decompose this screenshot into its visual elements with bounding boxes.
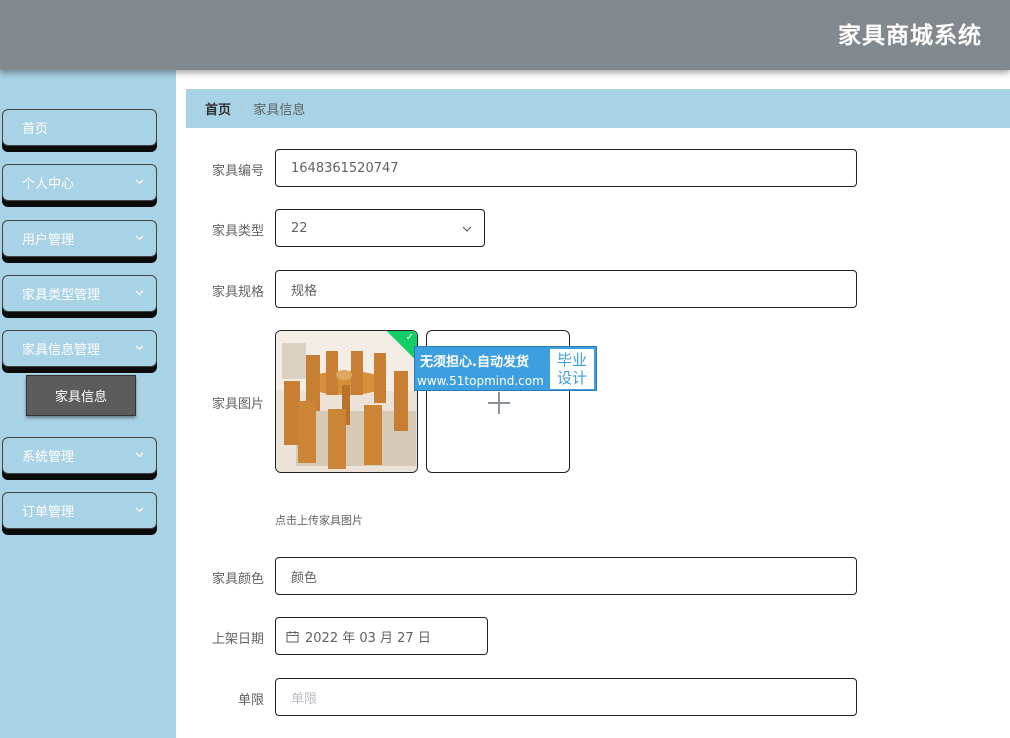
breadcrumb-current: 家具信息 — [253, 103, 306, 118]
chevron-down-icon — [135, 507, 144, 513]
chevron-down-icon — [135, 235, 144, 241]
watermark-banner: 无须担心.自动发货 www.51topmind.com 毕业 设计 — [414, 346, 597, 391]
check-icon: ✓ — [405, 332, 414, 343]
app-title: 家具商城系统 — [838, 23, 982, 49]
watermark-line1: 无须担心.自动发货 — [420, 355, 529, 370]
date-value: 2022 年 03 月 27 日 — [305, 630, 431, 646]
chevron-down-icon — [135, 452, 144, 458]
furniture-photo — [276, 331, 417, 472]
sidebar-item-label: 用户管理 — [22, 233, 75, 248]
spec-input[interactable]: 规格 — [275, 270, 857, 308]
type-label: 家具类型 — [211, 224, 264, 239]
sidebar-item-home[interactable]: 首页 — [2, 109, 157, 146]
breadcrumb-separator: / — [240, 101, 245, 116]
watermark-badge-line1: 毕业 — [556, 351, 587, 369]
sidebar-item-label: 系统管理 — [22, 450, 75, 465]
sidebar-item-user-management[interactable]: 用户管理 — [2, 220, 157, 257]
sidebar-subitem-furniture-info[interactable]: 家具信息 — [26, 375, 136, 416]
chevron-down-icon — [135, 179, 144, 185]
spec-label: 家具规格 — [211, 285, 264, 300]
sidebar-subitem-label: 家具信息 — [54, 390, 107, 405]
sidebar-item-label: 家具信息管理 — [22, 343, 101, 358]
spec-value: 规格 — [291, 283, 318, 299]
sidebar-item-system-management[interactable]: 系统管理 — [2, 437, 157, 474]
sidebar-item-label: 订单管理 — [22, 505, 75, 520]
chevron-down-icon — [462, 226, 472, 232]
image-label: 家具图片 — [211, 397, 264, 412]
number-label: 家具编号 — [211, 164, 264, 179]
upload-tip: 点击上传家具图片 — [275, 514, 363, 527]
type-select[interactable]: 22 — [275, 209, 485, 247]
app-header: 家具商城系统 — [0, 0, 1010, 70]
calendar-icon — [286, 630, 299, 642]
number-value: 1648361520747 — [291, 160, 399, 176]
sidebar-item-label: 个人中心 — [22, 177, 75, 192]
plus-icon-vertical — [498, 392, 500, 414]
color-input[interactable]: 颜色 — [275, 557, 857, 595]
sidebar-item-furniture-type-management[interactable]: 家具类型管理 — [2, 275, 157, 312]
uploaded-furniture-image[interactable]: ✓ — [275, 330, 418, 473]
sidebar-item-order-management[interactable]: 订单管理 — [2, 492, 157, 529]
sidebar-item-furniture-info-management[interactable]: 家具信息管理 — [2, 330, 157, 367]
watermark-badge-line2: 设计 — [556, 369, 587, 387]
sidebar: 首页 个人中心 用户管理 家具类型管理 家具信息管理 家具信息 系统管理 订单管… — [0, 70, 176, 738]
color-value: 颜色 — [291, 570, 318, 586]
limit-input[interactable]: 单限 — [275, 678, 857, 716]
date-label: 上架日期 — [211, 632, 264, 647]
date-picker[interactable]: 2022 年 03 月 27 日 — [275, 617, 488, 655]
breadcrumb: 首页 / 家具信息 — [186, 89, 1010, 128]
watermark-badge: 毕业 设计 — [550, 349, 594, 389]
chevron-down-icon — [135, 345, 144, 351]
sidebar-item-personal-center[interactable]: 个人中心 — [2, 164, 157, 201]
type-value: 22 — [291, 220, 308, 236]
limit-label: 单限 — [237, 693, 264, 708]
watermark-line2: www.51topmind.com — [417, 374, 544, 388]
limit-placeholder: 单限 — [291, 691, 318, 707]
number-input[interactable]: 1648361520747 — [275, 149, 857, 187]
color-label: 家具颜色 — [211, 572, 264, 587]
sidebar-item-label: 首页 — [22, 122, 49, 137]
chevron-down-icon — [135, 290, 144, 296]
breadcrumb-home[interactable]: 首页 — [205, 99, 231, 118]
sidebar-item-label: 家具类型管理 — [22, 288, 101, 303]
